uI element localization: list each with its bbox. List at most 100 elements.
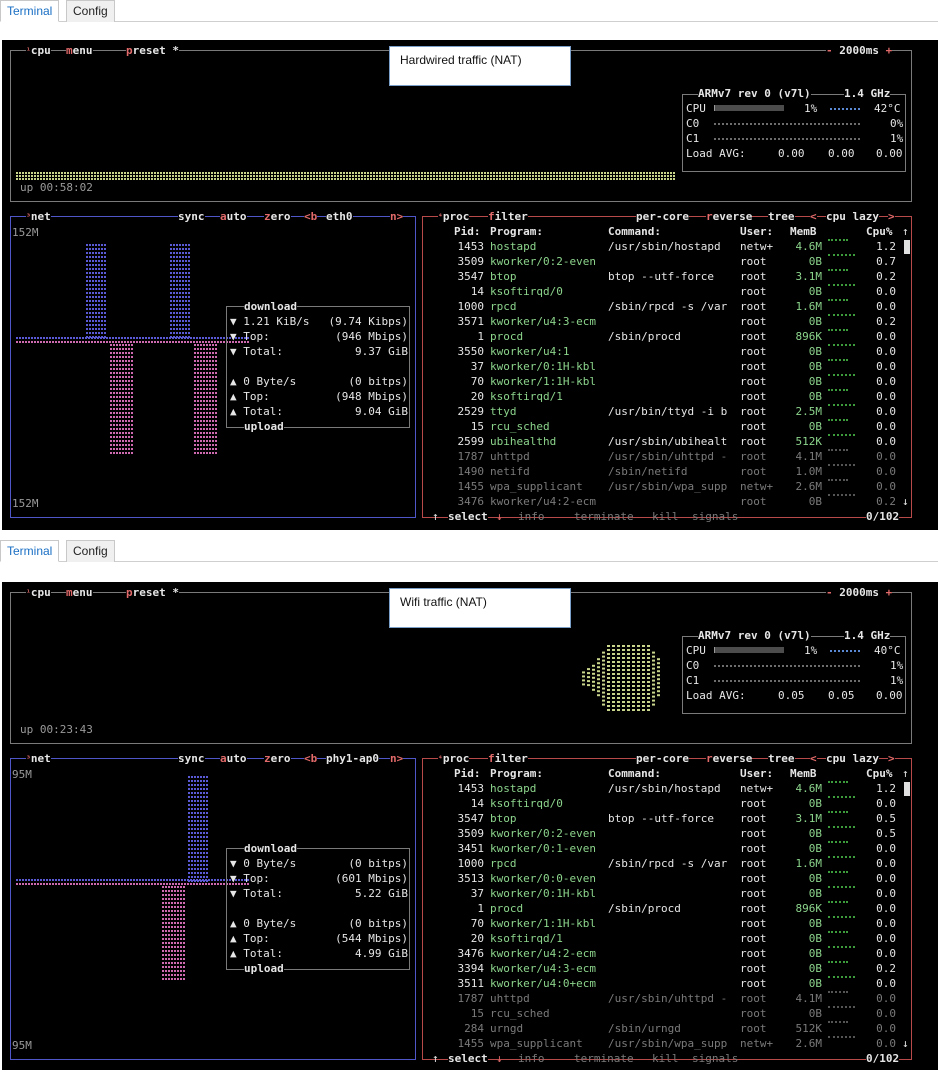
col-pid[interactable]: Pid: [454, 224, 481, 239]
process-row[interactable]: 1787 uhttpd /usr/sbin/uhttpd - root 4.1M… [432, 449, 912, 464]
iface-next[interactable]: n> [390, 751, 404, 766]
process-row[interactable]: 15 rcu_sched root 0B 0.0 [432, 419, 912, 434]
col-user[interactable]: User: [740, 766, 773, 781]
info-button[interactable]: info [518, 1051, 545, 1066]
iface-prev[interactable]: <b [304, 209, 318, 224]
process-row[interactable]: 3550 kworker/u4:1 root 0B 0.0 [432, 344, 912, 359]
select-label[interactable]: select [448, 509, 488, 524]
process-row[interactable]: 1453 hostapd /usr/sbin/hostapd netw+ 4.6… [432, 781, 912, 796]
process-row[interactable]: 15 rcu_sched root 0B 0.0 [432, 1006, 912, 1021]
kill-button[interactable]: kill [652, 509, 679, 524]
col-program[interactable]: Program: [490, 224, 543, 239]
up-arrow-icon[interactable]: ↑ [432, 509, 439, 524]
process-row[interactable]: 1455 wpa_supplicant /usr/sbin/wpa_supp n… [432, 1036, 912, 1051]
cpu-graph-dot [617, 701, 620, 703]
tab-terminal[interactable]: Terminal [0, 540, 60, 562]
process-row[interactable]: 3571 kworker/u4:3-ecm root 0B 0.2 [432, 314, 912, 329]
process-row[interactable]: 1000 rpcd /sbin/rpcd -s /var root 1.6M 0… [432, 856, 912, 871]
process-row[interactable]: 1 procd /sbin/procd root 896K 0.0 [432, 329, 912, 344]
sort-next[interactable]: > [888, 751, 895, 766]
tab-config[interactable]: Config [66, 540, 115, 562]
net-graph-dot [113, 344, 115, 346]
process-row[interactable]: 20 ksoftirqd/1 root 0B 0.0 [432, 931, 912, 946]
sort-next[interactable]: > [888, 209, 895, 224]
col-command[interactable]: Command: [608, 224, 661, 239]
zero-toggle[interactable]: zero [264, 751, 291, 766]
col-command[interactable]: Command: [608, 766, 661, 781]
tree-toggle[interactable]: tree [768, 209, 795, 224]
net-graph-dot [173, 336, 175, 338]
scroll-down-icon[interactable]: ↓ [902, 1036, 909, 1051]
terminal-screen[interactable]: ¹cpu menu preset * - 2000ms + up 00:23:4… [2, 582, 938, 1070]
process-row[interactable]: 1000 rpcd /sbin/rpcd -s /var root 1.6M 0… [432, 299, 912, 314]
process-row[interactable]: 3509 kworker/0:2-even root 0B 0.5 [432, 826, 912, 841]
scrollbar-thumb[interactable] [904, 240, 910, 254]
info-button[interactable]: info [518, 509, 545, 524]
down-arrow-icon[interactable]: ↓ [496, 509, 503, 524]
col-mem[interactable]: MemB [790, 224, 817, 239]
process-row[interactable]: 1787 uhttpd /usr/sbin/uhttpd - root 4.1M… [432, 991, 912, 1006]
interval-control[interactable]: - 2000ms + [826, 43, 893, 58]
kill-button[interactable]: kill [652, 1051, 679, 1066]
down-arrow-icon[interactable]: ↓ [496, 1051, 503, 1066]
process-row[interactable]: 14 ksoftirqd/0 root 0B 0.0 [432, 796, 912, 811]
net-graph-dot [177, 970, 179, 972]
per-core-toggle[interactable]: per-core [636, 209, 689, 224]
cpu-graph-dot [637, 653, 640, 655]
zero-toggle[interactable]: zero [264, 209, 291, 224]
process-row[interactable]: 70 kworker/1:1H-kbl root 0B 0.0 [432, 916, 912, 931]
process-row[interactable]: 3451 kworker/0:1-even root 0B 0.0 [432, 841, 912, 856]
iface-prev[interactable]: <b [304, 751, 318, 766]
select-label[interactable]: select [448, 1051, 488, 1066]
process-row[interactable]: 3511 kworker/u4:0+ecm root 0B 0.0 [432, 976, 912, 991]
filter-button[interactable]: filter [488, 209, 528, 224]
process-row[interactable]: 1 procd /sbin/procd root 896K 0.0 [432, 901, 912, 916]
process-row[interactable]: 3476 kworker/u4:2-ecm root 0B 0.0 [432, 946, 912, 961]
col-pid[interactable]: Pid: [454, 766, 481, 781]
tree-toggle[interactable]: tree [768, 751, 795, 766]
iface-next[interactable]: n> [390, 209, 404, 224]
process-row[interactable]: 3509 kworker/0:2-even root 0B 0.7 [432, 254, 912, 269]
process-row[interactable]: 14 ksoftirqd/0 root 0B 0.0 [432, 284, 912, 299]
scroll-down-icon[interactable]: ↓ [902, 494, 909, 509]
tab-config[interactable]: Config [66, 0, 115, 22]
col-cpu[interactable]: Cpu% [866, 766, 893, 781]
process-row[interactable]: 3513 kworker/0:0-even root 0B 0.0 [432, 871, 912, 886]
filter-button[interactable]: filter [488, 751, 528, 766]
process-row[interactable]: 3547 btop btop --utf-force root 3.1M 0.5 [432, 811, 912, 826]
process-row[interactable]: 1455 wpa_supplicant /usr/sbin/wpa_supp n… [432, 479, 912, 494]
reverse-toggle[interactable]: reverse [706, 209, 753, 224]
terminate-button[interactable]: terminate [574, 509, 634, 524]
col-mem[interactable]: MemB [790, 766, 817, 781]
process-row[interactable]: 20 ksoftirqd/1 root 0B 0.0 [432, 389, 912, 404]
process-row[interactable]: 2599 ubihealthd /usr/sbin/ubihealt root … [432, 434, 912, 449]
interval-control[interactable]: - 2000ms + [826, 585, 893, 600]
signals-button[interactable]: signals [692, 1051, 738, 1066]
per-core-toggle[interactable]: per-core [636, 751, 689, 766]
process-row[interactable]: 284 urngd /sbin/urngd root 512K 0.0 [432, 1021, 912, 1036]
process-row[interactable]: 3547 btop btop --utf-force root 3.1M 0.2 [432, 269, 912, 284]
scrollbar-thumb[interactable] [904, 782, 910, 796]
col-cpu[interactable]: Cpu% [866, 224, 893, 239]
process-row[interactable]: 3394 kworker/u4:3-ecm root 0B 0.2 [432, 961, 912, 976]
sort-prev[interactable]: < [810, 751, 817, 766]
process-row[interactable]: 37 kworker/0:1H-kbl root 0B 0.0 [432, 359, 912, 374]
proc-tab[interactable]: ⁴proc [438, 209, 470, 224]
reverse-toggle[interactable]: reverse [706, 751, 753, 766]
signals-button[interactable]: signals [692, 509, 738, 524]
process-row[interactable]: 1453 hostapd /usr/sbin/hostapd netw+ 4.6… [432, 239, 912, 254]
proc-tab[interactable]: ⁴proc [438, 751, 470, 766]
process-row[interactable]: 70 kworker/1:1H-kbl root 0B 0.0 [432, 374, 912, 389]
process-row[interactable]: 1490 netifd /sbin/netifd root 1.0M 0.0 [432, 464, 912, 479]
process-row[interactable]: 2529 ttyd /usr/bin/ttyd -i b root 2.5M 0… [432, 404, 912, 419]
col-user[interactable]: User: [740, 224, 773, 239]
process-row[interactable]: 37 kworker/0:1H-kbl root 0B 0.0 [432, 886, 912, 901]
up-arrow-icon[interactable]: ↑ [432, 1051, 439, 1066]
sort-prev[interactable]: < [810, 209, 817, 224]
tab-terminal[interactable]: Terminal [0, 0, 60, 22]
col-program[interactable]: Program: [490, 766, 543, 781]
process-row[interactable]: 3476 kworker/u4:2-ecm root 0B 0.2 [432, 494, 912, 509]
cpu-graph-dot [445, 172, 447, 174]
terminal-screen[interactable]: ¹cpu menu preset * - 2000ms + up 00:58:0… [2, 40, 938, 530]
terminate-button[interactable]: terminate [574, 1051, 634, 1066]
